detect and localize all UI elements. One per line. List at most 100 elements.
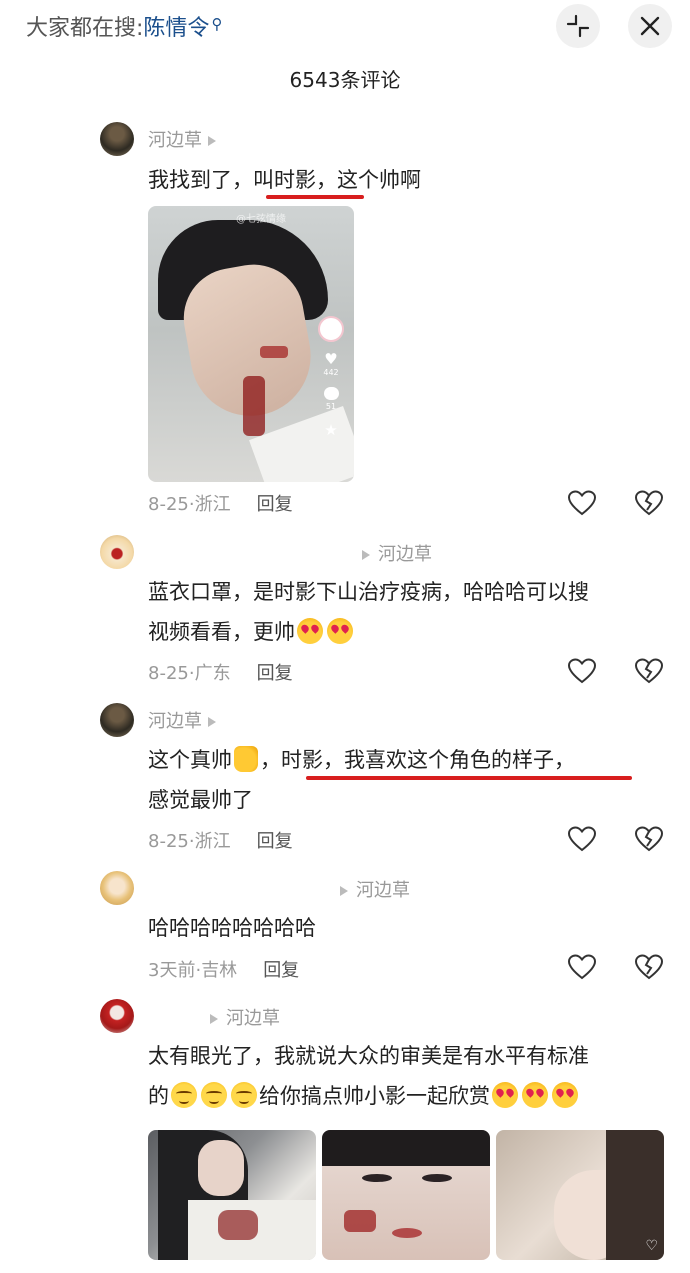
blood-mark [260,346,288,358]
play-icon [340,886,348,896]
comment-text: 这个真帅 ，时影，我喜欢这个角色的样子， 感觉最帅了 [148,740,668,820]
collapse-arrows-icon [566,14,590,38]
comment-meta: 3天前·吉林 回复 [148,960,300,981]
broken-heart-icon[interactable] [634,825,664,853]
eye [362,1174,392,1182]
heart-outline-icon[interactable] [567,657,597,685]
comment-icon[interactable] [323,387,339,400]
avatar[interactable] [100,703,134,737]
text-line: 视频看看，更帅 [148,612,668,652]
play-icon [208,136,216,146]
play-icon [362,550,370,560]
like-count: 442 [323,368,339,377]
reply-button[interactable]: 回复 [257,494,293,515]
comment-text: 蓝衣口罩，是时影下山治疗疫病，哈哈哈可以搜 视频看看，更帅 [148,572,668,652]
smirk-emoji [231,1082,257,1108]
comment-date: 3天前 [148,960,196,981]
heart-outline-icon[interactable] [567,825,597,853]
reply-button[interactable]: 回复 [263,960,299,981]
red-underline [306,776,632,780]
comment-username[interactable]: 河边草 [148,126,224,152]
comment-image[interactable] [148,1130,316,1260]
reply-button[interactable]: 回复 [257,663,293,684]
trending-search[interactable]: 大家都在搜:陈情令 ⚲ [26,10,222,42]
comment-meta: 8-25·浙江 回复 [148,831,293,852]
comment-meta: 8-25·广东 回复 [148,663,293,684]
blood-mark [344,1210,376,1232]
text-highlight: 时影，我喜欢这个角色的样子， [281,748,575,772]
text-line: 这个真帅 ，时影，我喜欢这个角色的样子， [148,740,668,780]
text-part: 给你搞点帅小影一起欣赏 [259,1084,490,1108]
broken-heart-icon[interactable] [634,657,664,685]
text-part: 这个帅啊 [337,168,421,192]
reply-target[interactable]: 河边草 [356,540,432,566]
text-part: 的 [148,1084,169,1108]
comment-text: 我找到了，叫时影，这个帅啊 [148,160,668,200]
comment-text: 太有眼光了，我就说大众的审美是有水平有标准 的 给你搞点帅小影一起欣赏 [148,1036,668,1116]
heart-outline-icon[interactable]: ♡ [645,1238,658,1254]
video-thumbnail[interactable]: @七弦情缘 ♥ 442 51 ★ [148,206,354,482]
text-part: 视频看看，更帅 [148,620,295,644]
avatar[interactable] [100,535,134,569]
reply-to-username: 河边草 [226,1008,280,1029]
text-part: 我找到了， [148,168,253,192]
reply-target[interactable]: 河边草 [204,1004,280,1030]
red-underline [266,195,364,199]
comment-count-video: 51 [325,402,337,411]
username-text: 河边草 [148,130,202,151]
avatar[interactable] [100,999,134,1033]
blood-mark [243,376,265,436]
text-highlight: 叫时影， [253,168,337,192]
text-part: 这个真帅 [148,748,232,772]
comment-date: 8-25 [148,831,189,852]
comment-date: 8-25 [148,494,189,515]
like-icon[interactable]: ♥ [324,352,337,367]
text-part: ， [260,748,281,772]
star-icon[interactable]: ★ [324,421,337,439]
broken-heart-icon[interactable] [634,489,664,517]
comment-count: 6543条评论 [289,68,401,92]
hair [322,1130,490,1166]
video-side-controls: ♥ 442 51 ★ [318,316,344,439]
comment-image[interactable] [322,1130,490,1260]
heart-eyes-emoji [297,618,323,644]
video-watermark: @七弦情缘 [236,214,286,225]
blood-mark [218,1210,258,1240]
comment-username[interactable]: 河边草 [148,707,224,733]
comment-location: 浙江 [194,494,231,515]
username-text: 河边草 [148,711,202,732]
comment-date: 8-25 [148,663,189,684]
close-button[interactable] [628,4,672,48]
thumbs-up-emoji [234,746,258,772]
heart-outline-icon[interactable] [567,953,597,981]
comment-text: 哈哈哈哈哈哈哈哈 [148,908,668,948]
avatar[interactable] [100,122,134,156]
play-icon [210,1014,218,1024]
reply-button[interactable]: 回复 [257,831,293,852]
comment-location: 浙江 [194,831,231,852]
heart-eyes-emoji [327,618,353,644]
comment-location: 广东 [194,663,231,684]
text-line: 哈哈哈哈哈哈哈哈 [148,916,316,940]
collapse-button[interactable] [556,4,600,48]
top-bar: 大家都在搜:陈情令 ⚲ [0,0,690,50]
heart-eyes-emoji [522,1082,548,1108]
lips [392,1228,422,1238]
eye [422,1174,452,1182]
creator-avatar[interactable] [318,316,344,342]
text-line: 太有眼光了，我就说大众的审美是有水平有标准 [148,1044,589,1068]
text-line: 感觉最帅了 [148,788,253,812]
search-prefix: 大家都在搜: [26,16,144,41]
smirk-emoji [171,1082,197,1108]
reply-target[interactable]: 河边草 [334,876,410,902]
heart-eyes-emoji [492,1082,518,1108]
close-icon [640,16,660,36]
avatar[interactable] [100,871,134,905]
heart-eyes-emoji [552,1082,578,1108]
heart-outline-icon[interactable] [567,489,597,517]
search-term-link[interactable]: 陈情令 [143,16,209,41]
comment-image[interactable]: ♡ [496,1130,664,1260]
text-line: 蓝衣口罩，是时影下山治疗疫病，哈哈哈可以搜 [148,580,589,604]
comment-meta: 8-25·浙江 回复 [148,494,293,515]
broken-heart-icon[interactable] [634,953,664,981]
